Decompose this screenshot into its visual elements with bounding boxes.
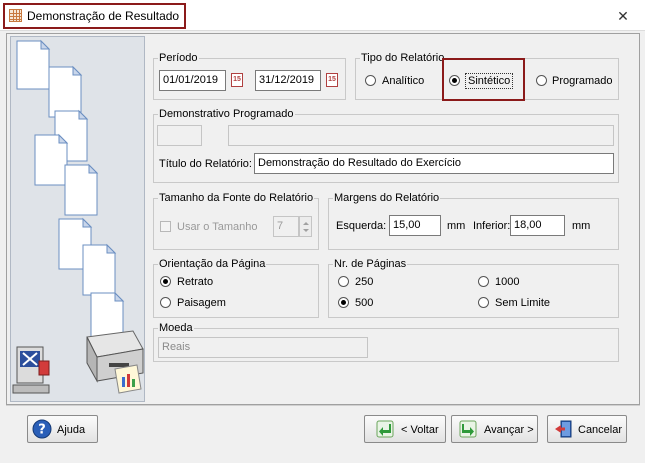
report-icon <box>9 9 22 22</box>
radio-programado-label[interactable]: Programado <box>552 74 613 88</box>
cancelar-button[interactable]: Cancelar <box>547 415 627 443</box>
inferior-label: Inferior: <box>473 220 511 232</box>
paginas-label: Nr. de Páginas <box>333 257 408 271</box>
radio-retrato-label[interactable]: Retrato <box>177 275 213 289</box>
documents-printer-illustration <box>12 39 144 394</box>
demonstrativo-name-input <box>228 125 614 146</box>
radio-paisagem[interactable] <box>160 297 171 308</box>
chart-paper-shape <box>114 364 142 394</box>
demonstrativo-code-input <box>157 125 202 146</box>
margin-left-unit: mm <box>447 220 466 232</box>
radio-sintetico-label[interactable]: Sintético <box>465 73 514 89</box>
radio-analitico[interactable] <box>365 75 376 86</box>
usar-tamanho-checkbox <box>160 221 171 232</box>
titulo-relatorio-input[interactable]: Demonstração do Resultado do Exercício <box>254 153 614 174</box>
esquerda-label: Esquerda: <box>336 220 387 232</box>
calendar-end-icon[interactable]: 15 <box>326 73 338 87</box>
margin-left-input[interactable]: 15,00 <box>389 215 441 236</box>
voltar-button[interactable]: < Voltar <box>364 415 446 443</box>
titulo-relatorio-label: Título do Relatório: <box>159 158 252 170</box>
radio-sem-limite-label[interactable]: Sem Limite <box>495 296 550 310</box>
radio-500[interactable] <box>338 297 349 308</box>
radio-1000[interactable] <box>478 276 489 287</box>
radio-1000-label[interactable]: 1000 <box>495 275 519 289</box>
ajuda-label: Ajuda <box>57 424 86 436</box>
font-size-input: 7 <box>273 216 299 237</box>
help-icon: ? <box>32 419 52 439</box>
radio-analitico-label[interactable]: Analítico <box>382 74 424 88</box>
close-button[interactable]: ✕ <box>612 6 634 26</box>
svg-text:?: ? <box>38 423 46 438</box>
usar-tamanho-label: Usar o Tamanho <box>177 221 258 233</box>
radio-500-label[interactable]: 500 <box>355 296 373 310</box>
orientacao-label: Orientação da Página <box>158 257 267 271</box>
calendar-start-icon[interactable]: 15 <box>231 73 243 87</box>
voltar-label: < Voltar <box>401 424 439 436</box>
fonte-label: Tamanho da Fonte do Relatório <box>158 191 315 205</box>
radio-sintetico[interactable] <box>449 75 460 86</box>
period-end-input[interactable]: 31/12/2019 <box>255 70 321 91</box>
radio-retrato[interactable] <box>160 276 171 287</box>
font-size-spinner <box>299 216 312 237</box>
demonstrativo-label: Demonstrativo Programado <box>158 107 295 121</box>
radio-250[interactable] <box>338 276 349 287</box>
tipo-relatorio-label: Tipo do Relatório <box>360 51 446 65</box>
cancelar-label: Cancelar <box>578 424 623 436</box>
exit-door-icon <box>555 420 572 438</box>
moeda-input: Reais <box>158 337 368 358</box>
radio-paisagem-label[interactable]: Paisagem <box>177 296 226 310</box>
ajuda-button[interactable]: ? Ajuda <box>27 415 98 443</box>
avancar-button[interactable]: Avançar > <box>451 415 538 443</box>
radio-sem-limite[interactable] <box>478 297 489 308</box>
periodo-label: Período <box>158 51 199 65</box>
period-start-input[interactable]: 01/01/2019 <box>159 70 226 91</box>
radio-250-label[interactable]: 250 <box>355 275 373 289</box>
moeda-label: Moeda <box>158 321 194 335</box>
avancar-label: Avançar > <box>484 424 534 436</box>
computer-shape <box>12 346 50 394</box>
side-illustration <box>10 36 145 402</box>
margin-bottom-unit: mm <box>572 220 591 232</box>
forward-arrow-icon <box>459 420 477 438</box>
margens-label: Margens do Relatório <box>333 191 441 205</box>
bottom-divider <box>6 405 640 406</box>
radio-programado[interactable] <box>536 75 547 86</box>
back-arrow-icon <box>376 420 394 438</box>
margin-bottom-input[interactable]: 18,00 <box>510 215 565 236</box>
window-title: Demonstração de Resultado <box>27 9 180 23</box>
